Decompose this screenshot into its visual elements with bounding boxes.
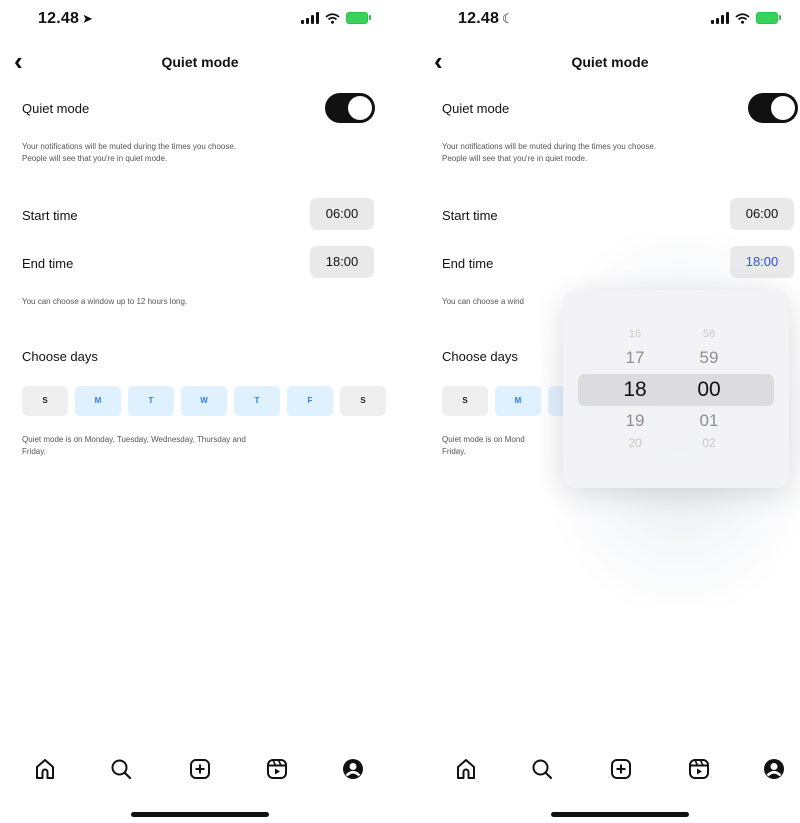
day-sunday[interactable]: S bbox=[442, 386, 488, 416]
choose-days-heading: Choose days bbox=[22, 349, 98, 364]
hour-selected[interactable]: 18 bbox=[605, 378, 665, 402]
day-thursday[interactable]: T bbox=[234, 386, 280, 416]
hour-option[interactable]: 19 bbox=[605, 411, 665, 431]
battery-charging-icon bbox=[346, 12, 371, 24]
quiet-mode-description: Your notifications will be muted during … bbox=[22, 141, 236, 165]
page-title: Quiet mode bbox=[571, 54, 649, 70]
summary-line-2: Friday. bbox=[22, 447, 46, 456]
minute-option[interactable]: 59 bbox=[679, 348, 739, 368]
quiet-mode-toggle[interactable] bbox=[748, 93, 798, 123]
home-icon[interactable] bbox=[451, 754, 481, 784]
description-line-2: People will see that you're in quiet mod… bbox=[442, 154, 588, 163]
summary-line-2: Friday. bbox=[442, 447, 466, 456]
days-summary: Quiet mode is on Mond Friday. bbox=[442, 434, 525, 458]
tab-bar bbox=[420, 746, 800, 796]
search-icon[interactable] bbox=[527, 754, 557, 784]
toggle-knob bbox=[771, 96, 795, 120]
create-icon[interactable] bbox=[606, 754, 636, 784]
day-saturday[interactable]: S bbox=[340, 386, 386, 416]
start-time-button[interactable]: 06:00 bbox=[730, 198, 794, 230]
status-bar: 12.48 ➤ bbox=[0, 10, 400, 32]
home-indicator bbox=[551, 812, 689, 817]
tab-bar bbox=[0, 746, 400, 796]
quiet-mode-screen-left: 12.48 ➤ ‹ Quiet mode Quiet mode Your noti… bbox=[0, 0, 400, 823]
toggle-knob bbox=[348, 96, 372, 120]
nav-bar: ‹ Quiet mode bbox=[420, 48, 800, 76]
description-line-2: People will see that you're in quiet mod… bbox=[22, 154, 168, 163]
search-icon[interactable] bbox=[106, 754, 136, 784]
start-time-button[interactable]: 06:00 bbox=[310, 198, 374, 230]
signal-icon bbox=[301, 12, 319, 24]
signal-icon bbox=[711, 12, 729, 24]
end-time-label: End time bbox=[442, 256, 494, 271]
day-monday[interactable]: M bbox=[75, 386, 121, 416]
day-sunday[interactable]: S bbox=[22, 386, 68, 416]
days-summary: Quiet mode is on Monday, Tuesday, Wednes… bbox=[22, 434, 246, 458]
system-indicators bbox=[301, 12, 371, 24]
location-arrow-icon: ➤ bbox=[82, 11, 94, 26]
end-time-label: End time bbox=[22, 256, 74, 271]
hour-option[interactable]: 16 bbox=[605, 328, 665, 340]
quiet-mode-toggle[interactable] bbox=[325, 93, 375, 123]
summary-line-1: Quiet mode is on Mond bbox=[442, 435, 525, 444]
time-picker[interactable]: 16 17 18 19 20 58 59 00 01 02 bbox=[563, 290, 789, 488]
create-icon[interactable] bbox=[185, 754, 215, 784]
status-time: 12.48 ☾ bbox=[458, 10, 514, 27]
description-line-1: Your notifications will be muted during … bbox=[442, 142, 657, 151]
page-title: Quiet mode bbox=[161, 54, 239, 70]
wifi-icon bbox=[325, 12, 340, 24]
time-window-hint: You can choose a window up to 12 hours l… bbox=[22, 297, 188, 306]
battery-charging-icon bbox=[756, 12, 781, 24]
day-monday[interactable]: M bbox=[495, 386, 541, 416]
profile-icon[interactable] bbox=[338, 754, 368, 784]
hour-option[interactable]: 20 bbox=[605, 436, 665, 450]
quiet-mode-description: Your notifications will be muted during … bbox=[442, 141, 656, 165]
end-time-button[interactable]: 18:00 bbox=[310, 246, 374, 278]
nav-bar: ‹ Quiet mode bbox=[0, 48, 400, 76]
start-time-label: Start time bbox=[22, 208, 78, 223]
summary-line-1: Quiet mode is on Monday, Tuesday, Wednes… bbox=[22, 435, 246, 444]
day-selector: S M T W T F S bbox=[22, 386, 386, 416]
home-icon[interactable] bbox=[30, 754, 60, 784]
quiet-mode-screen-right: 12.48 ☾ ‹ Quiet mode Quiet mode Your noti… bbox=[420, 0, 800, 823]
minute-option[interactable]: 01 bbox=[679, 411, 739, 431]
comparison-view: 12.48 ➤ ‹ Quiet mode Quiet mode Your noti… bbox=[0, 0, 800, 823]
day-wednesday[interactable]: W bbox=[181, 386, 227, 416]
minute-selected[interactable]: 00 bbox=[679, 378, 739, 402]
reels-icon[interactable] bbox=[684, 754, 714, 784]
reels-icon[interactable] bbox=[262, 754, 292, 784]
profile-icon[interactable] bbox=[759, 754, 789, 784]
moon-icon: ☾ bbox=[502, 11, 514, 26]
time-window-hint: You can choose a wind bbox=[442, 297, 524, 306]
choose-days-heading: Choose days bbox=[442, 349, 518, 364]
system-indicators bbox=[711, 12, 781, 24]
minute-option[interactable]: 02 bbox=[679, 436, 739, 450]
home-indicator bbox=[131, 812, 269, 817]
start-time-label: Start time bbox=[442, 208, 498, 223]
minute-option[interactable]: 58 bbox=[679, 328, 739, 340]
status-time: 12.48 ➤ bbox=[38, 10, 94, 27]
wifi-icon bbox=[735, 12, 750, 24]
hour-option[interactable]: 17 bbox=[605, 348, 665, 368]
description-line-1: Your notifications will be muted during … bbox=[22, 142, 237, 151]
quiet-mode-label: Quiet mode bbox=[442, 101, 510, 116]
day-tuesday[interactable]: T bbox=[128, 386, 174, 416]
day-friday[interactable]: F bbox=[287, 386, 333, 416]
status-bar: 12.48 ☾ bbox=[420, 10, 800, 32]
quiet-mode-label: Quiet mode bbox=[22, 101, 90, 116]
